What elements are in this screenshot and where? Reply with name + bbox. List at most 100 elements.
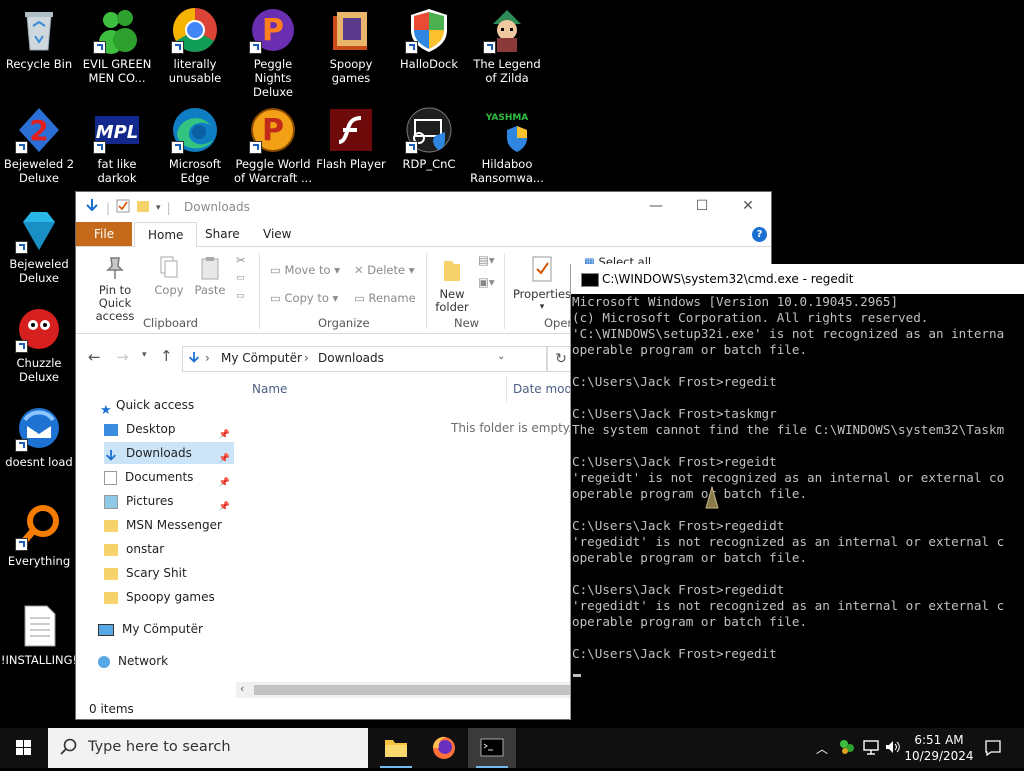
notification-center-icon[interactable] bbox=[984, 739, 1002, 760]
new-folder-button[interactable]: New folder bbox=[432, 255, 472, 314]
close-button[interactable]: ✕ bbox=[725, 192, 771, 222]
cmd-output[interactable]: Microsoft Windows [Version 10.0.19045.29… bbox=[571, 294, 1024, 662]
new-item-icon[interactable]: ▤▾ bbox=[478, 253, 495, 267]
desktop-icon-fat-like-darkok[interactable]: MPL fat like darkok bbox=[78, 106, 156, 185]
start-button[interactable] bbox=[0, 728, 48, 768]
cmd-line: 'regedidt' is not recognized as an inter… bbox=[572, 534, 1005, 549]
taskbar-clock[interactable]: 6:51 AM 10/29/2024 bbox=[904, 732, 974, 764]
recent-locations-chevron-icon[interactable]: ▾ bbox=[142, 350, 147, 360]
nav-scary-shit[interactable]: Scary Shit bbox=[104, 562, 187, 584]
rename-button[interactable]: ▭ Rename bbox=[354, 291, 416, 305]
cmd-title-bar[interactable]: C:\WINDOWS\system32\cmd.exe - regedit bbox=[571, 264, 1024, 294]
paste-button[interactable]: Paste bbox=[192, 255, 228, 297]
desktop-icon-bejeweled-deluxe[interactable]: Bejeweled Deluxe bbox=[0, 206, 78, 285]
scroll-left-arrow-icon[interactable]: ‹ bbox=[240, 682, 244, 695]
bejeweled-2-icon: 2 bbox=[15, 106, 63, 154]
desktop-icon-legend-of-zilda[interactable]: The Legend of Zilda bbox=[468, 6, 546, 85]
tab-view[interactable]: View bbox=[250, 222, 304, 246]
copy-to-button[interactable]: ▭ Copy to ▾ bbox=[270, 291, 338, 305]
nav-spoopy-games[interactable]: Spoopy games bbox=[104, 586, 215, 608]
desktop-icon-rdp-cnc[interactable]: RDP_CnC bbox=[390, 106, 468, 171]
nav-documents[interactable]: Documents 📌 bbox=[104, 466, 234, 488]
address-dropdown-chevron-icon[interactable]: ⌄ bbox=[497, 351, 505, 362]
desktop-icon-everything[interactable]: Everything bbox=[0, 503, 78, 568]
explorer-title-bar[interactable]: | ▾ | Downloads — ☐ ✕ bbox=[76, 192, 771, 222]
tab-share[interactable]: Share bbox=[192, 222, 253, 246]
peggle-nights-icon: P bbox=[249, 6, 297, 54]
recycle-bin-icon bbox=[15, 6, 63, 54]
cmd-line: C:\Users\Jack Frost>regedit bbox=[572, 374, 777, 389]
desktop-icon-spoopy-games[interactable]: Spoopy games bbox=[312, 6, 390, 85]
nav-msn-messenger[interactable]: MSN Messenger bbox=[104, 514, 222, 536]
cmd-line: operable program or batch file. bbox=[572, 614, 808, 629]
desktop-icon-hildaboo-ransomware[interactable]: YASHMA Hildaboo Ransomwa... bbox=[468, 106, 546, 185]
column-header-name[interactable]: Name bbox=[252, 382, 287, 396]
taskbar-firefox[interactable] bbox=[420, 728, 468, 768]
customize-qat-chevron-icon[interactable]: ▾ bbox=[156, 203, 161, 213]
desktop-icon-evil-green-men[interactable]: EVIL GREEN MEN CO... bbox=[78, 6, 156, 85]
clock-date: 10/29/2024 bbox=[904, 749, 974, 763]
paste-shortcut-icon[interactable]: ▭ bbox=[236, 291, 245, 301]
cmd-line bbox=[572, 566, 1024, 582]
help-icon[interactable]: ? bbox=[752, 227, 767, 242]
desktop-icon-recycle-bin[interactable]: Recycle Bin bbox=[0, 6, 78, 71]
shortcut-arrow-icon bbox=[249, 141, 262, 154]
minimize-button[interactable]: — bbox=[633, 192, 679, 222]
desktop-icon-doesnt-load[interactable]: doesnt load bbox=[0, 404, 78, 469]
cmd-window[interactable]: C:\WINDOWS\system32\cmd.exe - regedit Mi… bbox=[570, 264, 1024, 720]
tab-file[interactable]: File bbox=[76, 222, 133, 246]
cmd-line: C:\Users\Jack Frost>regedit bbox=[572, 646, 777, 661]
desktop-icon-chrome[interactable]: literally unusable bbox=[156, 6, 234, 85]
new-folder-qat-icon[interactable] bbox=[136, 199, 150, 216]
easy-access-icon[interactable]: ▣▾ bbox=[478, 275, 495, 289]
desktop-icon-peggle-nights[interactable]: P Peggle Nights Deluxe bbox=[234, 6, 312, 99]
desktop-icon-chuzzle-deluxe[interactable]: Chuzzle Deluxe bbox=[0, 305, 78, 384]
breadcrumb-my-computer[interactable]: My Cömputër bbox=[221, 351, 302, 365]
properties-check-icon[interactable] bbox=[116, 199, 130, 216]
taskbar-file-explorer[interactable] bbox=[372, 728, 420, 768]
status-bar-item-count: 0 items bbox=[89, 702, 134, 716]
move-to-button[interactable]: ▭ Move to ▾ bbox=[270, 263, 340, 277]
nav-onstar[interactable]: onstar bbox=[104, 538, 164, 560]
network-icon[interactable] bbox=[862, 738, 880, 759]
zilda-character-icon bbox=[483, 6, 531, 54]
nav-pictures[interactable]: Pictures 📌 bbox=[104, 490, 234, 512]
pin-to-quick-access-button[interactable]: Pin to Quick access bbox=[82, 255, 148, 323]
volume-icon[interactable] bbox=[884, 738, 902, 759]
desktop-icon-edge[interactable]: Microsoft Edge bbox=[156, 106, 234, 185]
desktop-icon bbox=[104, 423, 118, 436]
maximize-button[interactable]: ☐ bbox=[679, 192, 725, 222]
copy-button[interactable]: Copy bbox=[152, 255, 186, 297]
tab-home[interactable]: Home bbox=[134, 222, 198, 248]
desktop-icon-bejeweled-2[interactable]: 2 Bejeweled 2 Deluxe bbox=[0, 106, 78, 185]
tray-app-icon[interactable] bbox=[838, 738, 856, 759]
taskbar-search-box[interactable]: Type here to search bbox=[48, 728, 368, 768]
back-arrow-icon[interactable]: ← bbox=[88, 348, 101, 366]
properties-button[interactable]: Properties ▾ bbox=[512, 255, 572, 314]
nav-desktop[interactable]: Desktop 📌 bbox=[104, 418, 234, 440]
desktop-icon-label: Hildaboo Ransomwa... bbox=[470, 157, 544, 185]
show-hidden-icons-chevron-icon[interactable]: ︿ bbox=[816, 740, 828, 757]
forward-arrow-icon[interactable]: → bbox=[116, 348, 129, 366]
cut-scissors-icon[interactable]: ✂ bbox=[236, 253, 246, 267]
delete-button[interactable]: ✕ Delete ▾ bbox=[354, 263, 415, 277]
shortcut-arrow-icon bbox=[93, 141, 106, 154]
nav-quick-access[interactable]: ★ Quick access bbox=[100, 394, 194, 418]
breadcrumb-downloads[interactable]: Downloads bbox=[318, 351, 384, 365]
desktop-icon-flash-player[interactable]: Flash Player bbox=[312, 106, 390, 171]
copy-path-icon[interactable]: ▭ bbox=[236, 273, 245, 283]
nav-network[interactable]: Network bbox=[98, 650, 168, 672]
desktop-icon-peggle-world-of-warcraft[interactable]: P Peggle World of Warcraft ... bbox=[234, 106, 312, 185]
desktop-icon-hallodock[interactable]: HalloDock bbox=[390, 6, 468, 71]
shortcut-arrow-icon bbox=[15, 439, 28, 452]
shortcut-arrow-icon bbox=[171, 141, 184, 154]
taskbar-cmd[interactable] bbox=[468, 728, 516, 768]
up-arrow-icon[interactable]: ↑ bbox=[160, 347, 173, 365]
nav-my-computer[interactable]: My Cömputër bbox=[98, 618, 203, 640]
clock-time: 6:51 AM bbox=[914, 733, 964, 747]
desktop-icon-label: Bejeweled 2 Deluxe bbox=[3, 157, 75, 185]
nav-downloads[interactable]: Downloads 📌 bbox=[104, 442, 234, 464]
desktop-icon-installing[interactable]: !INSTALLING! bbox=[0, 602, 78, 667]
address-bar[interactable]: › My Cömputër › Downloads ⌄ bbox=[182, 346, 548, 372]
cmd-line bbox=[572, 358, 1024, 374]
